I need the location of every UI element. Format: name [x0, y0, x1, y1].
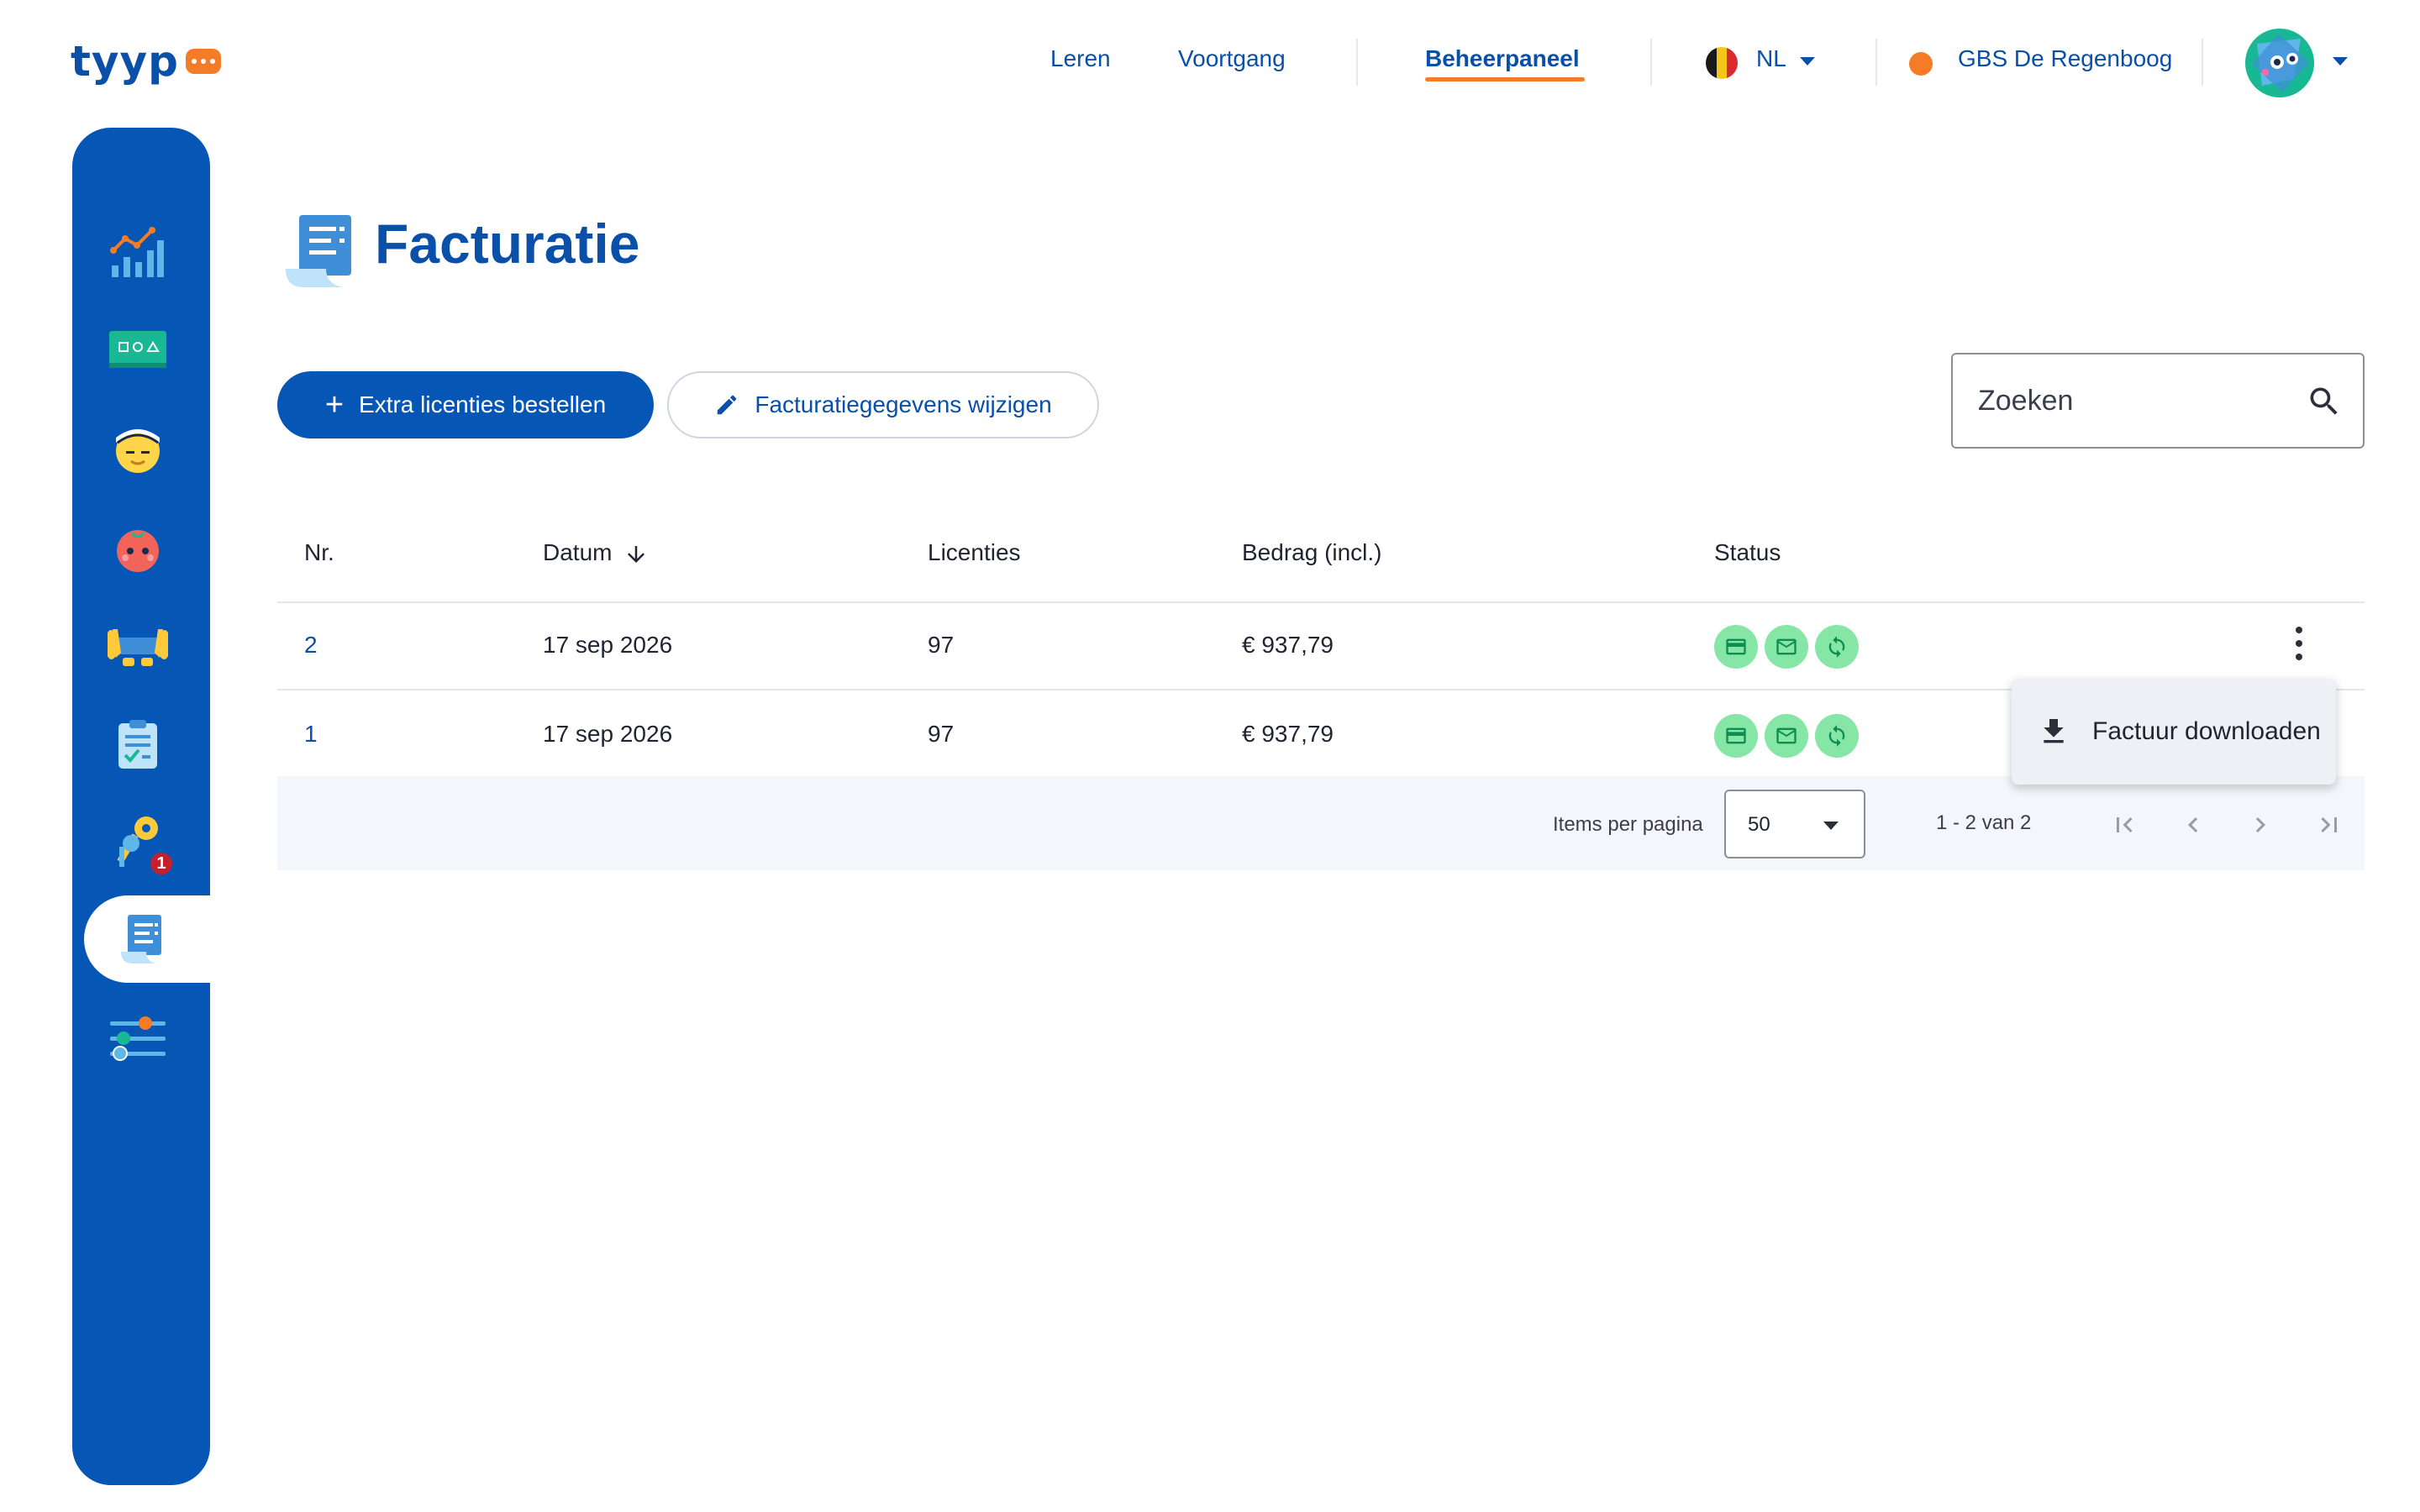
licenses-count-badge: 1: [148, 850, 175, 877]
dashboard-icon: [110, 227, 164, 277]
invoice-number-link[interactable]: 2: [304, 632, 318, 659]
invoice-amount: € 937,79: [1242, 721, 1334, 747]
column-header-status: Status: [1714, 539, 1781, 565]
search-icon[interactable]: [2306, 383, 2343, 420]
chevron-right-icon: [2255, 817, 2265, 832]
column-header-licenties: Licenties: [928, 539, 1021, 565]
nav-active-underline: [1425, 77, 1585, 81]
nav-divider: [1356, 39, 1358, 86]
sidebar-item-tasks[interactable]: [97, 704, 178, 785]
chevron-left-icon: [2188, 817, 2198, 832]
page-size-select[interactable]: 50: [1724, 790, 1865, 858]
payment-card-icon: [1714, 714, 1758, 758]
nav-divider: [1650, 39, 1652, 86]
mail-icon: [1765, 714, 1808, 758]
status-icons: [1714, 714, 1859, 758]
sidebar-item-tomato[interactable]: [97, 507, 178, 588]
plus-icon: +: [324, 387, 345, 423]
user-menu-caret-icon[interactable]: [2333, 57, 2348, 66]
pencil-icon: [718, 395, 737, 415]
invoice-number-link[interactable]: 1: [304, 721, 318, 748]
school-status-dot: [1909, 52, 1933, 76]
sidebar-item-students[interactable]: [97, 408, 178, 489]
hands-keyboard-icon: [108, 629, 168, 666]
sync-icon: [1815, 625, 1859, 669]
table-divider: [277, 601, 2365, 603]
settings-sliders-icon: [110, 1016, 166, 1061]
nav-beheerpaneel[interactable]: Beheerpaneel: [1425, 45, 1580, 72]
sidebar-item-billing[interactable]: [101, 899, 182, 979]
language-caret-icon: [1800, 57, 1815, 66]
clipboard-icon: [118, 720, 157, 769]
next-page-button[interactable]: [2238, 803, 2282, 847]
page-range-label: 1 - 2 van 2: [1936, 811, 2032, 834]
invoice-date: 17 sep 2026: [543, 721, 673, 747]
search-input[interactable]: [1978, 384, 2281, 417]
sync-icon: [1815, 714, 1859, 758]
column-header-datum[interactable]: Datum: [543, 539, 612, 566]
nav-leren[interactable]: Leren: [1050, 45, 1111, 72]
logo-bubble-icon: [185, 49, 221, 74]
invoice-date: 17 sep 2026: [543, 632, 673, 658]
sort-descending-arrow-icon[interactable]: [623, 541, 649, 568]
status-icons: [1714, 625, 1859, 669]
edit-billing-button[interactable]: Facturatiegegevens wijzigen: [667, 371, 1099, 438]
student-icon: [116, 429, 160, 473]
sidebar-item-typing[interactable]: [97, 605, 178, 685]
mail-icon: [1765, 625, 1808, 669]
nav-divider: [2202, 39, 2203, 86]
items-per-page-label: Items per pagina: [1553, 813, 1703, 836]
tyyp-logo[interactable]: tyyp: [71, 37, 221, 86]
invoice-icon: [282, 210, 356, 295]
edit-billing-label: Facturatiegegevens wijzigen: [755, 391, 1052, 417]
nav-divider: [1876, 39, 1877, 86]
download-icon: [2044, 719, 2064, 743]
classroom-icon: [109, 331, 166, 368]
page-title: Facturatie: [375, 213, 640, 275]
row-actions-menu-icon[interactable]: [2292, 627, 2306, 660]
last-page-button[interactable]: [2307, 803, 2351, 847]
sidebar-item-dashboard[interactable]: [97, 212, 178, 292]
logo-text: tyyp: [71, 37, 179, 86]
download-invoice-menu-item[interactable]: Factuur downloaden: [2092, 717, 2321, 746]
invoice-amount: € 937,79: [1242, 632, 1334, 658]
sidebar-item-settings[interactable]: [97, 998, 178, 1079]
previous-page-button[interactable]: [2171, 803, 2215, 847]
payment-card-icon: [1714, 625, 1758, 669]
row-actions-menu: Factuur downloaden: [2012, 679, 2336, 785]
invoice-licenses: 97: [928, 632, 955, 658]
invoice-icon: [121, 915, 161, 963]
language-selector[interactable]: NL: [1756, 45, 1786, 72]
last-page-icon: [2321, 817, 2337, 832]
paginator: [277, 776, 2365, 870]
column-header-bedrag: Bedrag (incl.): [1242, 539, 1382, 565]
page-size-caret-icon: [1823, 822, 1839, 830]
first-page-icon: [2117, 817, 2133, 832]
first-page-button[interactable]: [2102, 803, 2146, 847]
sidebar-item-classroom[interactable]: [97, 309, 178, 390]
user-avatar[interactable]: [2245, 29, 2314, 97]
column-header-nr: Nr.: [304, 539, 334, 565]
tomato-icon: [117, 530, 159, 572]
school-name[interactable]: GBS De Regenboog: [1958, 45, 2172, 72]
order-licenses-label: Extra licenties bestellen: [359, 391, 607, 417]
order-licenses-button[interactable]: + Extra licenties bestellen: [277, 371, 654, 438]
search-box: [1951, 353, 2365, 449]
page-size-value: 50: [1748, 813, 1770, 836]
nav-voortgang[interactable]: Voortgang: [1178, 45, 1286, 72]
belgium-flag-icon[interactable]: [1706, 47, 1738, 79]
invoice-licenses: 97: [928, 721, 955, 747]
